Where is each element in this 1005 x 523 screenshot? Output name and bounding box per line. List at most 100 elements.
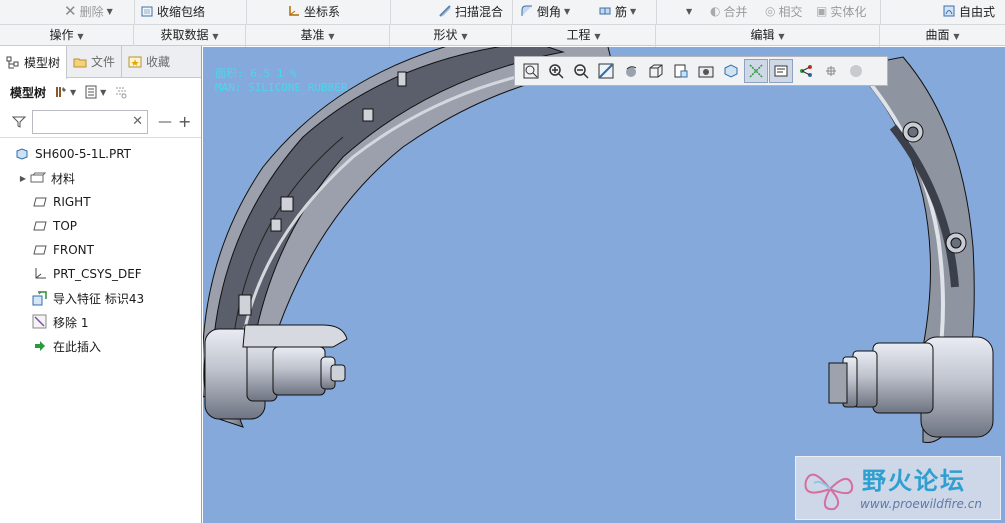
expand-arrow-icon[interactable]: ▶ <box>16 174 30 183</box>
solidify-button[interactable]: ▣ 实体化 <box>816 0 866 22</box>
graphics-window[interactable]: 面积: 6.5 1 % MAN: SILICONE_RUBBER 野火论坛 ww… <box>203 47 1005 523</box>
filter-row: ✕ — + <box>0 106 201 138</box>
info-line-1: 面积: 6.5 1 % <box>215 67 297 80</box>
swept-blend-icon <box>439 5 451 17</box>
appearance-icon <box>850 65 862 77</box>
show-dropdown[interactable]: ▼ <box>84 85 106 99</box>
spin-center-button[interactable] <box>794 59 818 83</box>
zoom-out-button[interactable] <box>569 59 593 83</box>
model-tree-icon <box>6 56 19 68</box>
view-manager-button[interactable] <box>669 59 693 83</box>
csys-button[interactable]: 坐标系 <box>287 0 340 22</box>
tree-item-insert-here[interactable]: 在此插入 <box>0 334 201 358</box>
datum-plane-icon <box>33 197 47 207</box>
ribbon-divider <box>512 0 513 24</box>
ribbon-divider <box>390 0 391 24</box>
round-button[interactable]: 倒角 ▼ <box>520 0 570 22</box>
info-line-2: MAN: SILICONE_RUBBER <box>215 81 348 94</box>
zoom-in-button[interactable] <box>544 59 568 83</box>
refit-button[interactable] <box>519 59 543 83</box>
collapse-button[interactable]: — <box>158 114 172 130</box>
remove-icon <box>32 314 47 329</box>
tree-item-root-part[interactable]: SH600-5-1L.PRT <box>0 142 201 166</box>
tree-item-remove[interactable]: 移除 1 <box>0 310 201 334</box>
forum-logo-icon <box>804 473 854 511</box>
merge-icon: ◐ <box>710 4 721 18</box>
intersect-icon: ◎ <box>765 4 776 18</box>
navigator-panel: 模型树 文件 收藏 模型树 ▼ ▼ ✕ — + SH600-5-1L.PRT ▶… <box>0 46 202 523</box>
display-style-button[interactable] <box>619 59 643 83</box>
list-icon <box>85 85 97 99</box>
saved-views-button[interactable] <box>644 59 668 83</box>
tab-files[interactable]: 文件 <box>67 46 123 77</box>
group-operations[interactable]: 操作 ▼ <box>0 25 134 47</box>
freestyle-button[interactable]: 自由式 <box>942 0 995 22</box>
watermark: 野火论坛 www.proewildfire.cn <box>795 456 1001 520</box>
ribbon-divider <box>134 0 135 24</box>
datum-display-icon <box>749 64 763 78</box>
solidify-icon: ▣ <box>816 4 828 18</box>
section-icon <box>724 64 738 78</box>
swept-blend-button[interactable]: 扫描混合 <box>438 0 503 22</box>
tree-item-front[interactable]: FRONT <box>0 238 201 262</box>
shrinkwrap-button[interactable]: 收缩包络 <box>140 0 205 22</box>
part-icon <box>16 148 28 160</box>
repaint-icon <box>598 63 614 79</box>
repaint-button[interactable] <box>594 59 618 83</box>
refit-icon <box>523 63 539 79</box>
model-tree-toolbar: 模型树 ▼ ▼ <box>0 78 201 106</box>
tab-favorites[interactable]: 收藏 <box>122 46 176 77</box>
merge-button[interactable]: ◐ 合并 <box>710 0 748 22</box>
tree-item-top[interactable]: TOP <box>0 214 201 238</box>
zoom-in-icon <box>549 64 564 79</box>
display-style-icon <box>626 66 637 77</box>
delete-button[interactable]: ✕ 删除 ▼ <box>64 0 113 22</box>
datum-plane-icon <box>33 245 47 255</box>
ribbon: ✕ 删除 ▼ 收缩包络 坐标系 扫描混合 倒角 ▼ 筋 ▼ ▼ ◐ 合并 ◎ 相交 ▣ 实体化… <box>0 0 1005 47</box>
settings-dropdown[interactable]: ▼ <box>54 85 76 99</box>
headband-model[interactable] <box>203 47 1005 523</box>
group-editing[interactable]: 编辑 ▼ <box>656 25 880 47</box>
view-cube-icon <box>649 64 663 78</box>
group-get-data[interactable]: 获取数据 ▼ <box>134 25 246 47</box>
tree-item-csys[interactable]: PRT_CSYS_DEF <box>0 262 201 286</box>
csys-icon <box>289 6 299 16</box>
datum-display-button[interactable] <box>744 59 768 83</box>
tree-item-material[interactable]: ▶ 材料 <box>0 166 201 190</box>
ribbon-group-labels: 操作 ▼ 获取数据 ▼ 基准 ▼ 形状 ▼ 工程 ▼ 编辑 ▼ 曲面 ▼ <box>0 24 1005 47</box>
filter-icon[interactable] <box>12 115 26 129</box>
material-icon <box>30 172 46 183</box>
perspective-button[interactable] <box>694 59 718 83</box>
appearance-button[interactable] <box>844 59 868 83</box>
tree-item-right[interactable]: RIGHT <box>0 190 201 214</box>
tab-model-tree[interactable]: 模型树 <box>0 46 68 79</box>
rib-button[interactable]: 筋 ▼ <box>598 0 636 22</box>
watermark-title: 野火论坛 <box>862 467 966 495</box>
section-button[interactable] <box>719 59 743 83</box>
watermark-url: www.proewildfire.cn <box>860 497 982 511</box>
group-engineering[interactable]: 工程 ▼ <box>512 25 656 47</box>
group-shapes[interactable]: 形状 ▼ <box>390 25 512 47</box>
group-surfaces[interactable]: 曲面 ▼ <box>880 25 1005 47</box>
hidden-items-icon[interactable] <box>114 85 128 99</box>
model-tree: SH600-5-1L.PRT ▶ 材料 RIGHT TOP FRONT PRT_… <box>0 138 201 358</box>
left-hinge <box>204 324 348 420</box>
add-column-button[interactable]: + <box>178 112 191 131</box>
annotation-icon <box>774 65 788 77</box>
csys-icon <box>35 268 46 279</box>
model-info-overlay: 面积: 6.5 1 % MAN: SILICONE_RUBBER <box>215 67 347 95</box>
csys-display-button[interactable] <box>819 59 843 83</box>
ribbon-divider <box>246 0 247 24</box>
annotation-display-button[interactable] <box>769 59 793 83</box>
intersect-button[interactable]: ◎ 相交 <box>765 0 803 22</box>
shrinkwrap-icon <box>141 6 153 17</box>
tree-search-input[interactable]: ✕ <box>32 109 148 134</box>
view-manager-icon <box>674 64 688 78</box>
group-datum[interactable]: 基准 ▼ <box>246 25 390 47</box>
edit-more-dropdown[interactable]: ▼ <box>686 0 692 22</box>
round-icon <box>521 5 532 16</box>
clear-icon[interactable]: ✕ <box>132 114 143 129</box>
tree-item-import-feature[interactable]: 导入特征 标识43 <box>0 286 201 310</box>
graphics-toolbar <box>514 56 888 86</box>
right-hinge <box>828 336 994 438</box>
